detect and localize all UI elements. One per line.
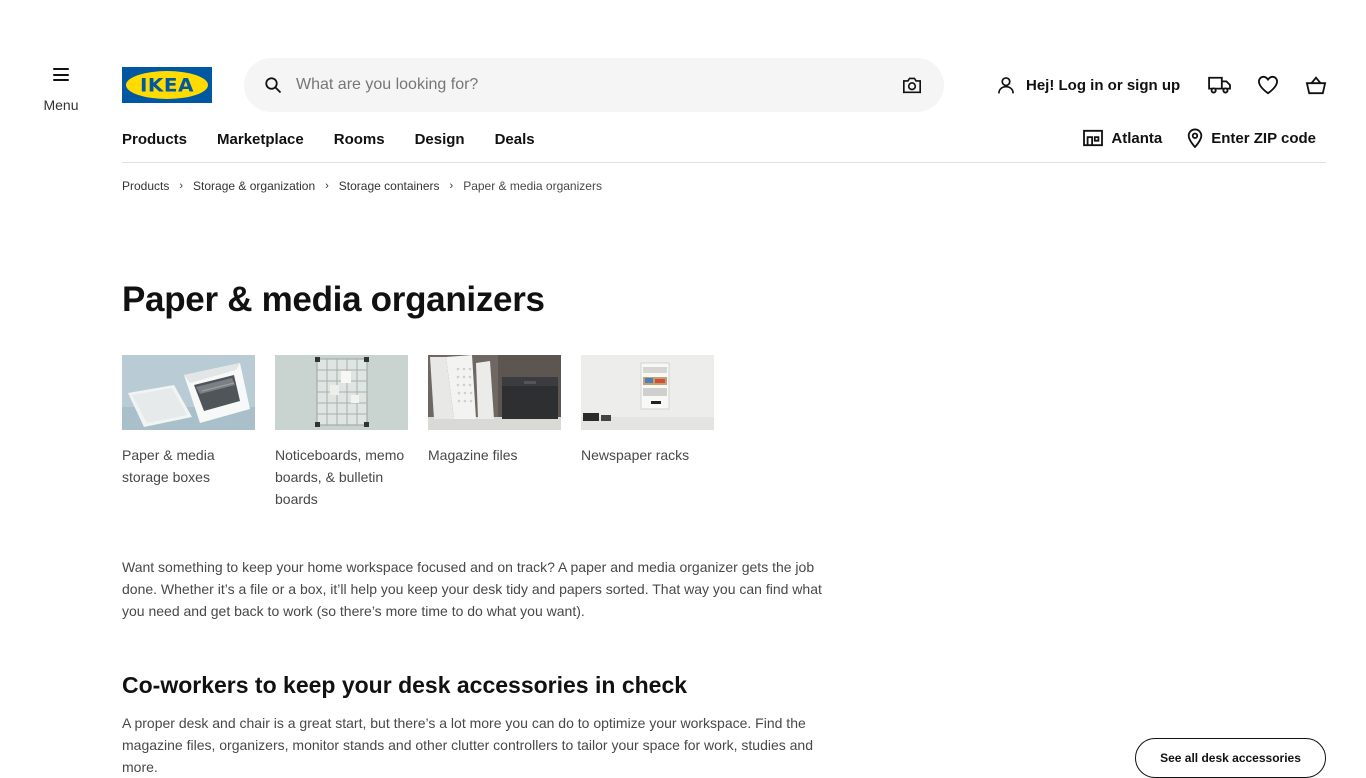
store-selector[interactable]: Atlanta [1082,129,1162,147]
category-image [275,355,408,430]
nav-marketplace[interactable]: Marketplace [217,131,304,148]
breadcrumb-storage-organization[interactable]: Storage & organization [193,179,315,193]
section-text: A proper desk and chair is a great start… [122,715,813,775]
camera-icon[interactable] [900,73,924,97]
search-icon [264,75,284,95]
logo-text: IKEA [139,73,195,97]
section-title: Co-workers to keep your desk accessories… [122,672,688,698]
category-newspaper-racks[interactable]: Newspaper racks [581,355,714,510]
zip-label: Enter ZIP code [1211,129,1316,147]
category-magazine-files[interactable]: Magazine files [428,355,561,510]
account-label: Hej! Log in or sign up [1026,76,1181,94]
category-list: Paper & media storage boxes Noticeboards… [122,355,734,510]
see-all-desk-accessories-button[interactable]: See all desk accessories [1135,738,1326,778]
menu-label: Menu [43,97,79,113]
zip-selector[interactable]: Enter ZIP code [1186,128,1316,148]
chevron-right-icon: › [179,180,184,192]
header-divider [122,162,1326,163]
category-noticeboards[interactable]: Noticeboards, memo boards, & bulletin bo… [275,355,408,510]
breadcrumb-current: Paper & media organizers [463,179,602,193]
breadcrumb: Products › Storage & organization › Stor… [122,179,602,193]
heart-icon[interactable] [1256,74,1280,96]
nav-products[interactable]: Products [122,131,187,148]
page-title: Paper & media organizers [122,280,545,319]
login-link[interactable]: Hej! Log in or sign up [996,74,1180,96]
category-label: Paper & media storage boxes [122,447,215,485]
category-label: Noticeboards, memo boards, & bulletin bo… [275,447,405,507]
nav-design[interactable]: Design [415,131,465,148]
breadcrumb-storage-containers[interactable]: Storage containers [339,179,440,193]
intro-text: Want something to keep your home workspa… [122,559,822,619]
breadcrumb-products[interactable]: Products [122,179,169,193]
search-input[interactable] [294,75,900,95]
nav-rooms[interactable]: Rooms [334,131,385,148]
user-icon [998,77,1014,94]
ikea-logo[interactable]: IKEA [122,67,212,103]
category-label: Magazine files [428,447,518,463]
basket-icon[interactable] [1304,74,1328,96]
chevron-right-icon: › [325,180,329,192]
category-image [122,355,255,430]
search-bar[interactable] [244,58,944,112]
category-image [428,355,561,430]
category-image [581,355,714,430]
nav-deals[interactable]: Deals [495,131,535,148]
category-storage-boxes[interactable]: Paper & media storage boxes [122,355,255,510]
main-nav: Products Marketplace Rooms Design Deals [122,131,565,148]
menu-icon [53,68,69,81]
menu-button[interactable]: Menu [36,62,86,118]
location-pin-icon [1188,128,1203,148]
store-icon [1083,129,1104,147]
truck-icon[interactable] [1208,74,1232,96]
store-info: Atlanta Enter ZIP code [1082,128,1316,148]
chevron-right-icon: › [449,180,454,192]
category-label: Newspaper racks [581,447,690,463]
store-name: Atlanta [1111,129,1163,147]
